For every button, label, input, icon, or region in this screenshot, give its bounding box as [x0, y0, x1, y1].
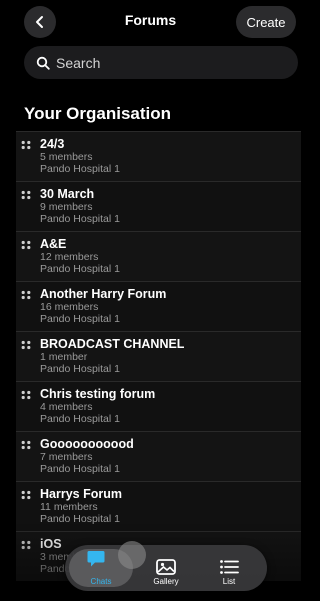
drag-handle-icon[interactable]	[21, 340, 31, 350]
tab-list-label: List	[222, 577, 236, 586]
header: Forums Create	[0, 0, 301, 42]
forum-members: 1 member	[40, 351, 88, 363]
forum-item[interactable]: A&E 12 members Pando Hospital 1	[16, 231, 301, 281]
forum-organisation: Pando Hospital 1	[40, 513, 120, 525]
forum-organisation: Pando Hospital 1	[40, 463, 120, 475]
search-icon	[36, 56, 50, 70]
forum-members: 11 members	[40, 501, 98, 513]
screen: Forums Create Your Organisation 24/35 me…	[0, 0, 301, 601]
drag-handle-icon[interactable]	[21, 140, 31, 150]
forum-item[interactable]: Harrys Forum 11 members Pando Hospital 1	[16, 481, 301, 531]
forum-item[interactable]: Gooooooooood 7 members Pando Hospital 1	[16, 431, 301, 481]
forum-item[interactable]: Chris testing forum 4 members Pando Hospit…	[16, 381, 301, 431]
search-bar[interactable]	[24, 46, 298, 79]
forum-organisation: Pando Hospital 1	[40, 413, 120, 425]
forum-item[interactable]: BROADCAST CHANNEL 1 member Pando Hospital …	[16, 331, 301, 381]
forum-organisation: Pando Hospital 1	[40, 213, 120, 225]
drag-handle-icon[interactable]	[21, 390, 31, 400]
drag-handle-icon[interactable]	[21, 490, 31, 500]
search-input[interactable]	[56, 54, 276, 71]
drag-handle-icon[interactable]	[21, 540, 31, 550]
forum-members: 9 members	[40, 201, 93, 213]
forum-members: 16 members	[40, 301, 99, 313]
forum-name: Gooooooooood	[40, 437, 134, 451]
forum-organisation: Pando Hospital 1	[40, 263, 120, 275]
forum-item[interactable]: 30 March 9 members Pando Hospital 1	[16, 181, 301, 231]
gallery-icon	[156, 559, 176, 575]
forum-members: 12 members	[40, 251, 99, 263]
forum-organisation: Pando Hospital 1	[40, 363, 120, 375]
forum-list: 24/3 5 members Pando Hospital 1 30 March 9 m…	[16, 131, 301, 581]
section-title: Your Organisation	[24, 104, 172, 123]
forum-name: 24/3	[40, 137, 65, 151]
forum-item[interactable]: Another Harry Forum 16 members Pando Hospi…	[16, 281, 301, 331]
drag-handle-icon[interactable]	[21, 190, 31, 200]
forum-organisation: Pando Hospital 1	[40, 163, 120, 175]
drag-handle-icon[interactable]	[21, 240, 31, 250]
tab-gallery-label: Gallery	[153, 577, 179, 586]
forum-name: 30 March	[40, 187, 95, 201]
tab-chats-label: Chats	[90, 577, 112, 586]
forum-item[interactable]: 24/3 5 members Pando Hospital 1	[16, 131, 301, 181]
forum-name: Chris testing forum	[40, 387, 156, 401]
forum-members: 5 members	[40, 151, 93, 163]
drag-shadow	[118, 541, 146, 569]
forum-members: 7 members	[40, 451, 93, 463]
forum-members: 4 members	[40, 401, 93, 413]
forum-name: Another Harry Forum	[40, 287, 167, 301]
chat-bubble-icon	[87, 551, 105, 567]
forum-name: BROADCAST CHANNEL	[40, 337, 185, 351]
forum-name: A&E	[40, 237, 67, 251]
tab-list[interactable]: List	[197, 545, 261, 591]
forum-organisation: Pando Hospital 1	[40, 313, 120, 325]
create-button[interactable]: Create	[236, 6, 296, 38]
forum-name: Harrys Forum	[40, 487, 122, 501]
drag-handle-icon[interactable]	[21, 440, 31, 450]
drag-handle-icon[interactable]	[21, 290, 31, 300]
list-icon	[220, 560, 239, 574]
